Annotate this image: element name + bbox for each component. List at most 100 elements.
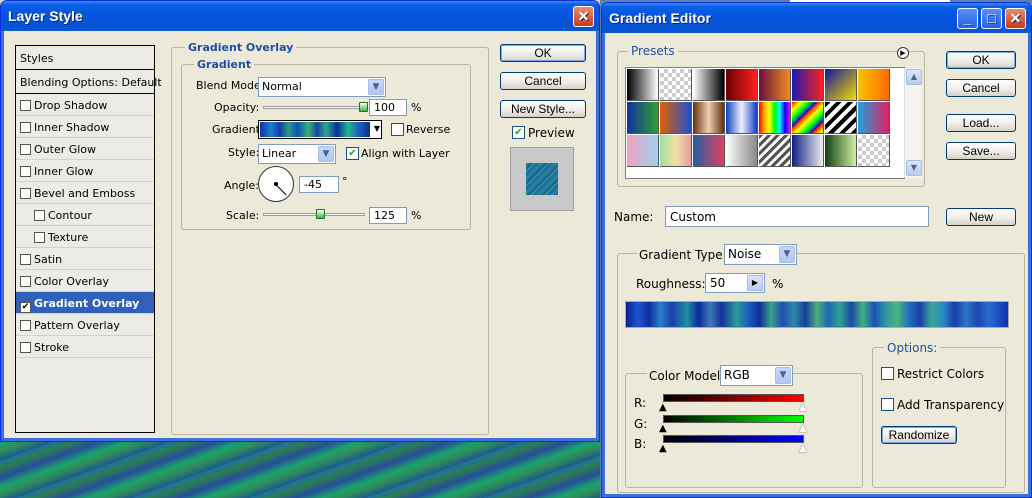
preset-swatch[interactable] (627, 69, 659, 101)
maximize-icon[interactable]: □ (981, 8, 1002, 29)
preset-swatch[interactable] (759, 69, 791, 101)
style-item-drop-shadow[interactable]: Drop Shadow (16, 94, 154, 116)
preset-swatch[interactable] (792, 135, 824, 167)
preset-swatch[interactable] (693, 135, 725, 167)
opacity-slider-thumb[interactable] (359, 102, 368, 112)
style-item-outer-glow[interactable]: Outer Glow (16, 138, 154, 160)
preset-swatch[interactable] (726, 135, 758, 167)
green-min-stop-icon[interactable]: ▲ (659, 423, 667, 434)
style-item-satin[interactable]: Satin (16, 248, 154, 270)
ok-button[interactable]: OK (500, 44, 586, 62)
gradient-editor-titlebar[interactable]: Gradient Editor _ □ ✕ (602, 3, 1031, 33)
preview-checkbox[interactable]: ✔ (512, 126, 525, 139)
scroll-up-icon[interactable]: ▲ (906, 69, 922, 85)
style-item-inner-shadow[interactable]: Inner Shadow (16, 116, 154, 138)
red-max-stop-icon[interactable]: ▲ (799, 402, 807, 413)
add-transparency-checkbox[interactable] (881, 398, 894, 411)
style-checkbox[interactable] (20, 100, 31, 111)
blue-range-bar[interactable] (663, 435, 804, 443)
preset-swatch[interactable] (759, 102, 791, 134)
style-item-inner-glow[interactable]: Inner Glow (16, 160, 154, 182)
style-checkbox[interactable] (20, 122, 31, 133)
style-select[interactable]: Linear ▼ (258, 144, 336, 164)
preset-swatch[interactable] (693, 69, 725, 101)
style-checkbox[interactable] (34, 210, 45, 221)
new-style-button[interactable]: New Style... (500, 100, 586, 118)
save-button[interactable]: Save... (946, 142, 1016, 160)
red-range-bar[interactable] (663, 394, 804, 402)
style-item-blending-options-default[interactable]: Blending Options: Default (16, 70, 162, 94)
preset-swatch[interactable] (792, 69, 824, 101)
preset-swatch[interactable] (726, 69, 758, 101)
angle-dial[interactable] (258, 166, 294, 202)
style-checkbox[interactable]: ✔ (20, 302, 31, 313)
style-checkbox[interactable] (20, 342, 31, 353)
preset-swatch[interactable] (759, 135, 791, 167)
blue-min-stop-icon[interactable]: ▲ (659, 443, 667, 454)
style-checkbox[interactable] (20, 166, 31, 177)
preset-swatch[interactable] (825, 69, 857, 101)
style-checkbox[interactable] (20, 144, 31, 155)
new-button[interactable]: New (946, 208, 1016, 226)
red-min-stop-icon[interactable]: ▲ (659, 402, 667, 413)
style-item-gradient-overlay[interactable]: ✔ Gradient Overlay (16, 292, 154, 314)
reverse-checkbox[interactable] (391, 123, 404, 136)
style-checkbox[interactable] (20, 188, 31, 199)
gradient-dropdown-icon[interactable]: ▼ (374, 124, 380, 133)
layer-style-titlebar[interactable]: Layer Style ✕ (1, 1, 599, 31)
preset-swatch[interactable] (858, 102, 890, 134)
blue-max-stop-icon[interactable]: ▲ (799, 443, 807, 454)
close-icon[interactable]: ✕ (573, 6, 594, 27)
preset-swatch[interactable] (660, 135, 692, 167)
blend-mode-select[interactable]: Normal ▼ (258, 77, 386, 97)
opacity-slider[interactable] (263, 106, 365, 109)
scale-slider-thumb[interactable] (315, 209, 325, 219)
preset-swatch[interactable] (660, 102, 692, 134)
close-icon[interactable]: ✕ (1005, 8, 1026, 29)
load-button[interactable]: Load... (946, 114, 1016, 132)
green-range-bar[interactable] (663, 415, 804, 423)
preset-swatch[interactable] (825, 102, 857, 134)
presets-menu-icon[interactable]: ▶ (897, 47, 909, 59)
style-item-styles[interactable]: Styles (16, 46, 154, 70)
style-item-bevel-and-emboss[interactable]: Bevel and Emboss (16, 182, 154, 204)
align-with-layer-checkbox[interactable]: ✔ (346, 147, 359, 160)
roughness-stepper-icon[interactable]: ▶ (747, 275, 763, 291)
color-model-select[interactable]: RGB ▼ (720, 365, 793, 386)
style-item-color-overlay[interactable]: Color Overlay (16, 270, 154, 292)
preset-swatch[interactable] (627, 135, 659, 167)
opacity-input[interactable]: 100 (369, 99, 407, 116)
preset-swatch[interactable] (660, 69, 692, 101)
scale-slider[interactable] (263, 213, 365, 216)
scroll-down-icon[interactable]: ▼ (906, 160, 922, 176)
style-checkbox[interactable] (20, 320, 31, 331)
green-max-stop-icon[interactable]: ▲ (799, 423, 807, 434)
name-input[interactable]: Custom (665, 206, 929, 227)
angle-input[interactable]: -45 (299, 176, 339, 193)
scale-input[interactable]: 125 (369, 207, 407, 224)
minimize-icon[interactable]: _ (957, 8, 978, 29)
style-item-contour[interactable]: Contour (16, 204, 154, 226)
gradient-picker[interactable]: ▼ (258, 120, 382, 139)
cancel-button[interactable]: Cancel (946, 79, 1016, 97)
gradient-type-select[interactable]: Noise ▼ (724, 244, 797, 265)
preset-swatch[interactable] (825, 135, 857, 167)
cancel-button[interactable]: Cancel (500, 72, 586, 90)
style-checkbox[interactable] (20, 276, 31, 287)
presets-scrollbar[interactable]: ▲ ▼ (904, 68, 922, 178)
preset-swatch[interactable] (726, 102, 758, 134)
style-item-texture[interactable]: Texture (16, 226, 154, 248)
randomize-button[interactable]: Randomize (881, 426, 957, 444)
ok-button[interactable]: OK (946, 51, 1016, 69)
preset-swatch[interactable] (693, 102, 725, 134)
style-item-label: Satin (34, 253, 63, 266)
style-checkbox[interactable] (34, 232, 45, 243)
preset-swatch[interactable] (858, 69, 890, 101)
style-item-pattern-overlay[interactable]: Pattern Overlay (16, 314, 154, 336)
style-item-stroke[interactable]: Stroke (16, 336, 154, 358)
restrict-colors-checkbox[interactable] (881, 367, 894, 380)
preset-swatch[interactable] (858, 135, 890, 167)
style-checkbox[interactable] (20, 254, 31, 265)
preset-swatch[interactable] (792, 102, 824, 134)
preset-swatch[interactable] (627, 102, 659, 134)
